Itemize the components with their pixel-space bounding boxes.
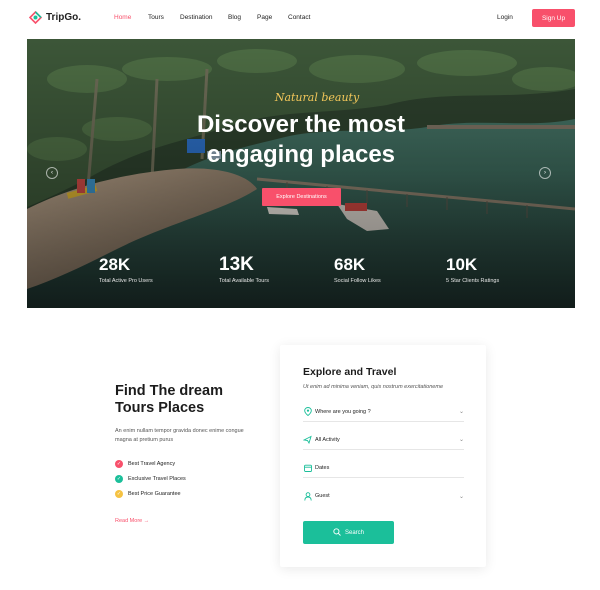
feature-label: Exclusive Travel Places <box>128 476 186 482</box>
field-label: Guest <box>315 493 330 499</box>
card-subtitle: Ut enim ad minima veniam, quis nostrum e… <box>303 384 444 390</box>
nav-item-destination[interactable]: Destination <box>180 14 213 21</box>
logo[interactable]: TripGo. <box>28 10 81 25</box>
brand-name: TripGo. <box>46 12 81 23</box>
feature-label: Best Price Guarantee <box>128 491 181 497</box>
login-link[interactable]: Login <box>497 14 513 21</box>
hero-title: Discover the most engaging places <box>196 111 406 168</box>
read-more-link[interactable]: Read More → <box>115 518 149 524</box>
stat-label: 5 Star Clients Ratings <box>446 278 500 284</box>
search-icon <box>333 527 341 538</box>
top-navbar: TripGo. Home Tours Destination Blog Page… <box>0 0 600 38</box>
carousel-prev-button[interactable]: ‹ <box>46 167 58 179</box>
check-icon: ✓ <box>115 490 123 498</box>
nav-item-page[interactable]: Page <box>257 14 272 21</box>
signup-button[interactable]: Sign Up <box>532 9 575 27</box>
dates-picker[interactable]: Dates <box>303 458 464 478</box>
chevron-down-icon: ⌄ <box>458 409 464 415</box>
activity-select[interactable]: All Activity ⌄ <box>303 430 464 450</box>
carousel-next-button[interactable]: › <box>539 167 551 179</box>
nav-item-contact[interactable]: Contact <box>288 14 310 21</box>
nav-item-tours[interactable]: Tours <box>148 14 164 21</box>
location-pin-icon <box>303 407 312 416</box>
card-title: Explore and Travel <box>303 366 397 378</box>
user-icon <box>303 491 312 501</box>
plane-icon <box>303 435 312 444</box>
feature-label: Best Travel Agency <box>128 461 176 467</box>
stat-active-users: 28K Total Active Pro Users <box>99 255 153 285</box>
stat-value: 28K <box>99 255 131 274</box>
search-button-label: Search <box>344 529 364 536</box>
destination-select[interactable]: Where are you going ? ⌄ <box>303 402 464 422</box>
find-section-title: Find The dream Tours Places <box>115 383 223 416</box>
explore-search-card: Explore and Travel Ut enim ad minima ven… <box>280 345 486 567</box>
check-icon: ✓ <box>115 460 123 468</box>
chevron-down-icon: ⌄ <box>458 493 464 500</box>
stat-label: Social Follow Likes <box>334 278 381 284</box>
stat-client-ratings: 10K 5 Star Clients Ratings <box>446 255 500 285</box>
explore-destinations-button[interactable]: Explore Destinations <box>262 188 341 206</box>
hero-banner: Natural beauty Discover the most engagin… <box>27 39 575 308</box>
field-label: Dates <box>315 464 330 471</box>
nav-item-home[interactable]: Home <box>114 14 131 21</box>
feature-item: ✓ Exclusive Travel Places <box>115 475 186 483</box>
stat-value: 10K <box>446 255 478 274</box>
chevron-right-icon: › <box>544 170 546 176</box>
logo-icon <box>28 10 43 25</box>
stat-value: 68K <box>334 255 366 274</box>
feature-item: ✓ Best Price Guarantee <box>115 490 181 498</box>
stat-value: 13K <box>219 254 254 275</box>
calendar-icon <box>303 463 312 472</box>
hero-script-tagline: Natural beauty <box>274 91 360 104</box>
chevron-left-icon: ‹ <box>51 170 53 176</box>
find-section-description: An enim nullam tempor gravida donec enim… <box>115 428 244 443</box>
field-label: Where are you going ? <box>315 408 371 415</box>
nav-item-blog[interactable]: Blog <box>228 14 241 21</box>
stat-social-likes: 68K Social Follow Likes <box>334 255 381 285</box>
stat-available-tours: 13K Total Available Tours <box>219 254 269 284</box>
feature-item: ✓ Best Travel Agency <box>115 460 175 468</box>
stat-label: Total Available Tours <box>219 278 269 284</box>
check-icon: ✓ <box>115 475 123 483</box>
field-label: All Activity <box>315 436 340 443</box>
stat-label: Total Active Pro Users <box>99 278 153 284</box>
chevron-down-icon: ⌄ <box>458 437 464 443</box>
search-button[interactable]: Search <box>303 521 394 544</box>
guest-select[interactable]: Guest ⌄ <box>303 486 464 506</box>
